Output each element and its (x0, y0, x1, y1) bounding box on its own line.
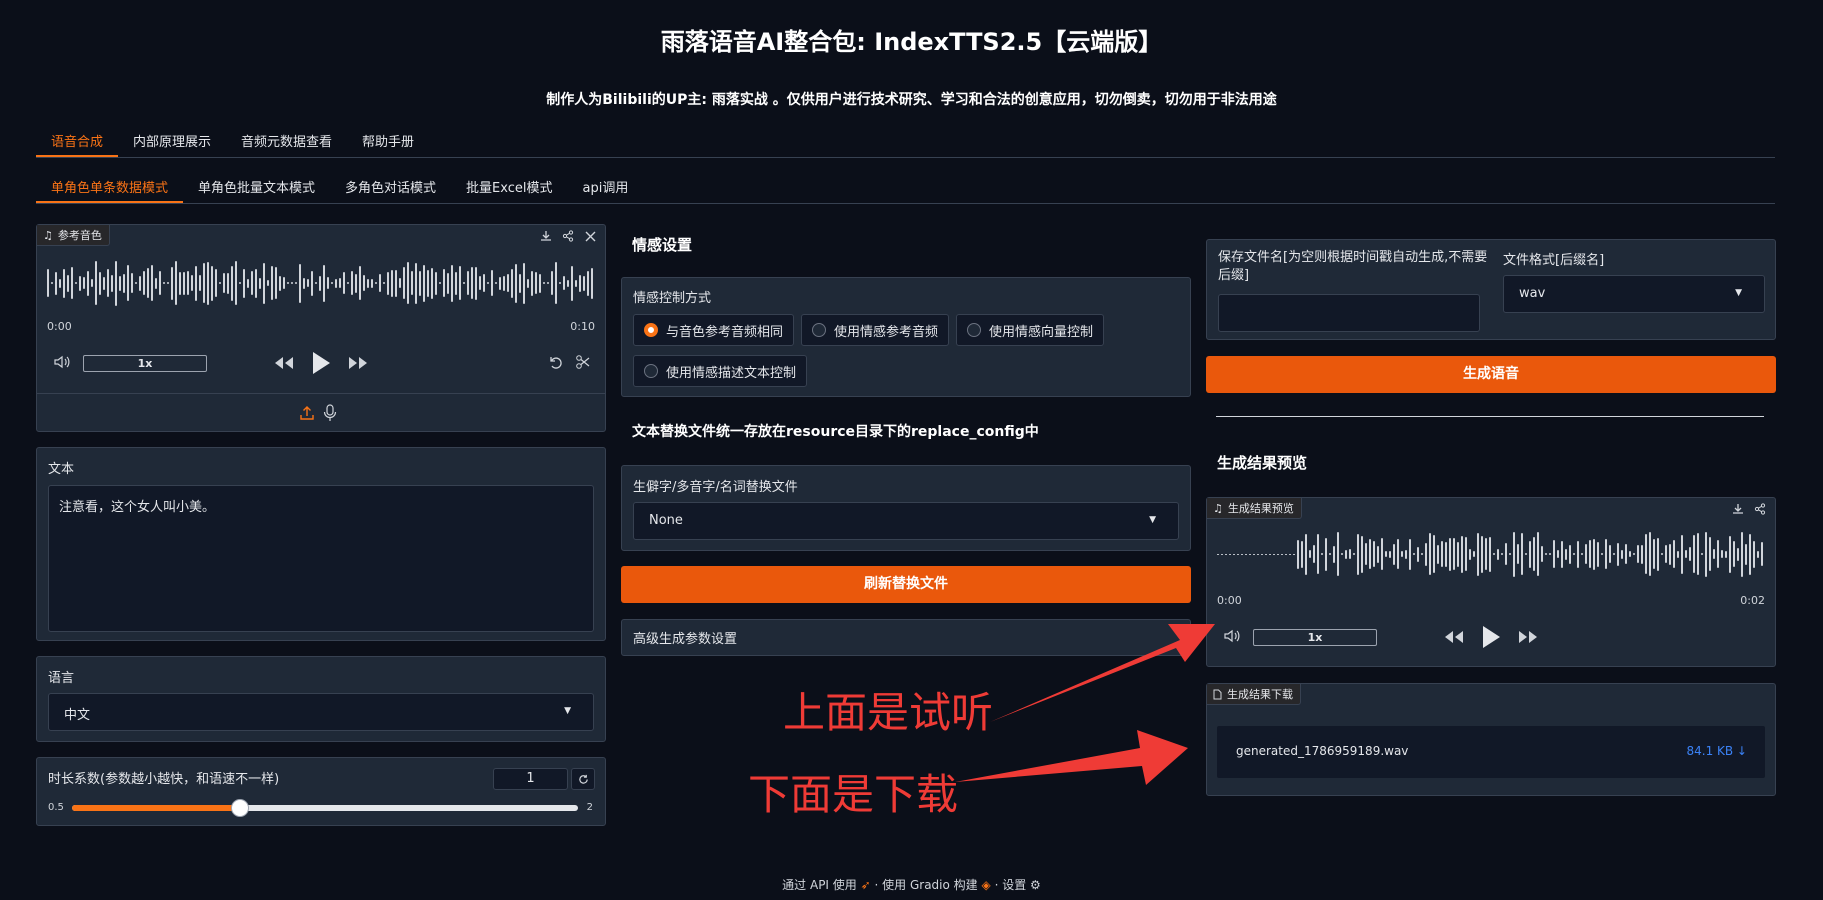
footer: 通过 API 使用 ➶ · 使用 Gradio 构建 ◈ · 设置 ⚙ (0, 876, 1823, 893)
footer-gradio-link[interactable]: 使用 Gradio 构建 (882, 878, 978, 892)
footer-settings-link[interactable]: 设置 (1002, 878, 1026, 892)
footer-dot: · (874, 878, 883, 892)
gradio-logo-icon: ◈ (981, 878, 991, 892)
gear-icon: ⚙ (1030, 878, 1041, 892)
annotation-bottom: 下面是下载 (748, 771, 959, 818)
rocket-icon: ➶ (860, 878, 871, 892)
arrow-to-preview (990, 624, 1215, 722)
footer-api-link[interactable]: 通过 API 使用 (782, 878, 857, 892)
annotation-top: 上面是试听 (783, 689, 994, 736)
